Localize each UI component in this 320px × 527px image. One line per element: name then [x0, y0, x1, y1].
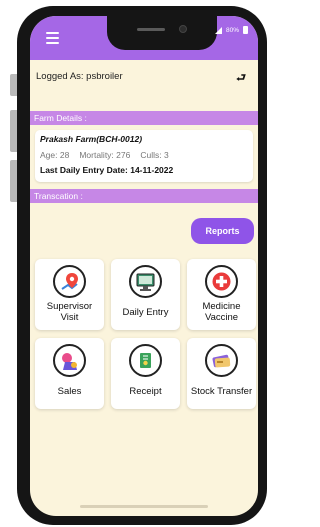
logout-icon[interactable]: ⮐: [236, 69, 246, 88]
volume-down-button: [10, 110, 17, 152]
hamburger-menu-icon[interactable]: [46, 32, 59, 44]
map-pin-icon: [53, 265, 86, 298]
farm-stats: Age: 28 Mortality: 276 Culls: 3: [40, 150, 248, 160]
speaker-grille: [137, 28, 165, 31]
farm-mortality: Mortality: 276: [79, 150, 131, 160]
medical-cross-icon: [205, 265, 238, 298]
tile-receipt[interactable]: Receipt: [111, 338, 180, 409]
monitor-icon: [129, 265, 162, 298]
tile-label-line1: Medicine: [202, 301, 241, 312]
receipt-icon: [129, 344, 162, 377]
signal-icon: [214, 26, 222, 34]
tile-label: Stock Transfer: [190, 386, 253, 397]
farm-details-header: Farm Details :: [30, 111, 258, 125]
farm-culls: Culls: 3: [140, 150, 169, 160]
tile-supervisor-visit[interactable]: Supervisor Visit: [35, 259, 104, 330]
tile-daily-entry[interactable]: Daily Entry: [111, 259, 180, 330]
tile-sales[interactable]: Sales: [35, 338, 104, 409]
farm-card: Prakash Farm(BCH-0012) Age: 28 Mortality…: [35, 130, 253, 182]
app-screen: Broiler 80% Logged As: psbroiler ⮐ Farm …: [30, 16, 258, 516]
tile-label-line1: Supervisor: [46, 301, 93, 312]
tile-label-line2: Vaccine: [204, 312, 239, 323]
transaction-header: Transcation :: [30, 189, 258, 203]
last-entry-date: Last Daily Entry Date: 14-11-2022: [40, 165, 174, 175]
battery-icon: [243, 26, 248, 34]
reports-button[interactable]: Reports: [191, 218, 254, 244]
battery-percent: 80%: [225, 26, 239, 34]
home-indicator: [80, 505, 208, 508]
farm-name: Prakash Farm(BCH-0012): [40, 134, 143, 144]
tile-label: Receipt: [129, 386, 162, 397]
tile-stock-transfer[interactable]: Stock Transfer: [187, 338, 256, 409]
volume-up-button: [10, 74, 17, 96]
phone-notch: [107, 16, 217, 50]
sales-bag-icon: [53, 344, 86, 377]
status-bar: 80%: [214, 26, 248, 34]
tile-label: Sales: [57, 386, 82, 397]
logged-user: Logged As: psbroiler: [36, 71, 123, 82]
farm-age: Age: 28: [40, 150, 70, 160]
tile-label: Daily Entry: [122, 307, 169, 318]
transfer-card-icon: [205, 344, 238, 377]
camera-icon: [179, 25, 187, 33]
power-button: [10, 160, 17, 202]
tile-label-line2: Visit: [60, 312, 79, 323]
tile-medicine-vaccine[interactable]: Medicine Vaccine: [187, 259, 256, 330]
